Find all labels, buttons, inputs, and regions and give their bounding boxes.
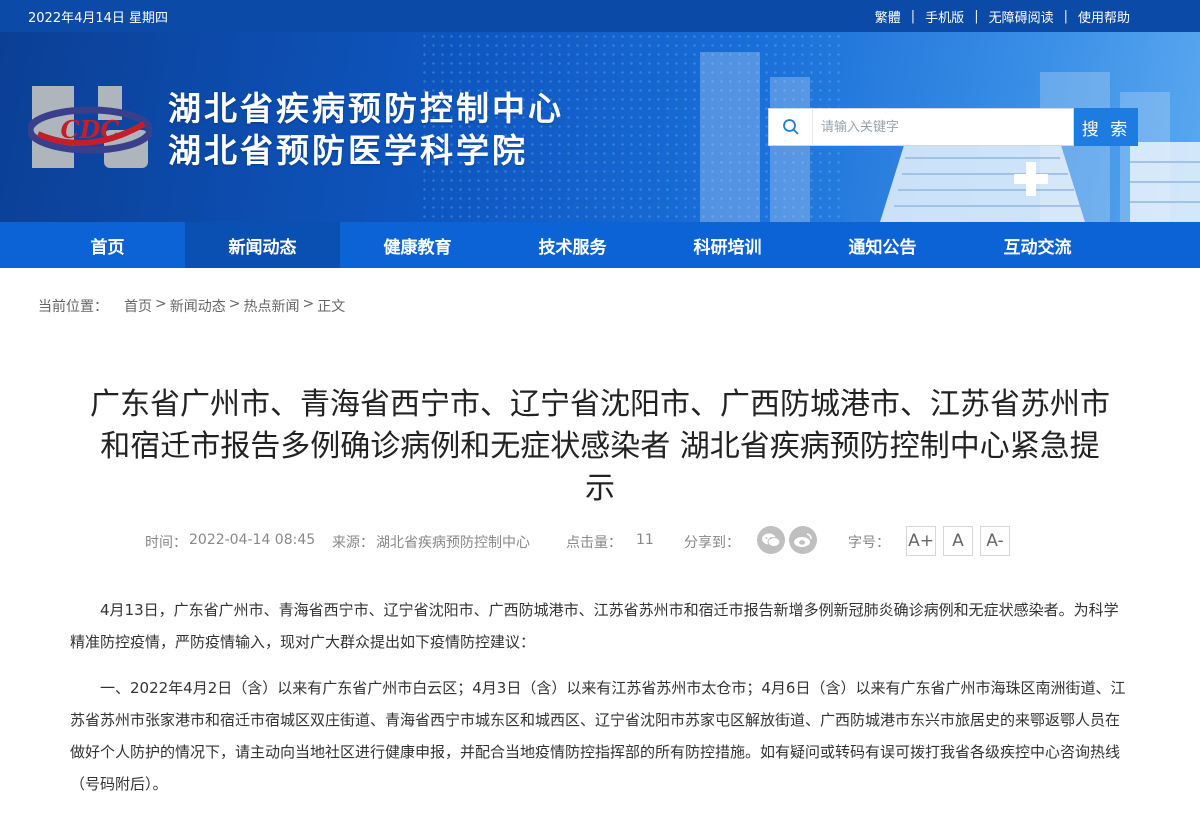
organization-title: 湖北省疾病预防控制中心 湖北省预防医学科学院: [168, 88, 564, 172]
clicks-label: 点击量：: [566, 535, 622, 551]
font-size-label: 字号：: [848, 535, 890, 551]
breadcrumb-label: 当前位置：: [38, 299, 108, 315]
share-label: 分享到：: [684, 535, 740, 551]
nav-interaction[interactable]: 互动交流: [960, 222, 1115, 268]
article-title-line: 广东省广州市、青海省西宁市、辽宁省沈阳市、广西防城港市、江苏省苏州市: [90, 387, 1110, 422]
separator: |: [1063, 9, 1068, 24]
current-date: 2022年4月14日 星期四: [28, 11, 169, 26]
logo-text: CDC: [60, 115, 119, 144]
article-paragraph: 一、2022年4月2日（含）以来有广东省广州市白云区；4月3日（含）以来有江苏省…: [70, 679, 1126, 793]
utility-links: 繁體 | 手机版 | 无障碍阅读 | 使用帮助: [875, 7, 1130, 26]
font-decrease-button[interactable]: A-: [980, 526, 1010, 556]
organization-subname: 湖北省预防医学科学院: [168, 131, 528, 170]
breadcrumb-separator: >: [228, 296, 241, 312]
main-nav: 首页 新闻动态 健康教育 技术服务 科研培训 通知公告 互动交流: [0, 222, 1200, 268]
separator: |: [974, 9, 979, 24]
clicks-count: 11: [636, 532, 654, 548]
breadcrumb: 当前位置： 首页 > 新闻动态 > 热点新闻 > 正文: [38, 296, 345, 316]
search-input[interactable]: [812, 108, 1074, 146]
search-button[interactable]: 搜 索: [1074, 108, 1138, 146]
site-banner: CDC 湖北省疾病预防控制中心 湖北省预防医学科学院 搜 索: [0, 32, 1200, 222]
accessibility-link[interactable]: 无障碍阅读: [989, 7, 1054, 26]
source-label: 来源：: [332, 535, 374, 551]
search-icon: [768, 108, 812, 146]
article-paragraph: 4月13日，广东省广州市、青海省西宁市、辽宁省沈阳市、广西防城港市、江苏省苏州市…: [70, 601, 1119, 651]
nav-health-education[interactable]: 健康教育: [340, 222, 495, 268]
publish-time: 2022-04-14 08:45: [189, 532, 316, 548]
article-body: 4月13日，广东省广州市、青海省西宁市、辽宁省沈阳市、广西防城港市、江苏省苏州市…: [70, 594, 1132, 814]
separator: |: [910, 9, 916, 24]
organization-name: 湖北省疾病预防控制中心: [168, 89, 564, 128]
breadcrumb-home[interactable]: 首页: [124, 296, 152, 316]
article-title-line: 和宿迁市报告多例确诊病例和无症状感染者 湖北省疾病预防控制中心紧急提: [100, 429, 1100, 464]
weibo-icon[interactable]: [789, 526, 817, 554]
source: 湖北省疾病预防控制中心: [376, 535, 530, 551]
font-default-button[interactable]: A: [943, 526, 973, 556]
wechat-icon[interactable]: [757, 526, 785, 554]
breadcrumb-hot-news[interactable]: 热点新闻: [243, 296, 299, 316]
breadcrumb-separator: >: [155, 296, 167, 312]
nav-announcements[interactable]: 通知公告: [805, 222, 960, 268]
top-utility-bar: 2022年4月14日 星期四 繁體 | 手机版 | 无障碍阅读 | 使用帮助: [0, 0, 1200, 32]
font-increase-button[interactable]: A+: [906, 526, 936, 556]
mobile-version-link[interactable]: 手机版: [925, 7, 964, 26]
breadcrumb-news[interactable]: 新闻动态: [170, 296, 226, 316]
nav-research-training[interactable]: 科研培训: [650, 222, 805, 268]
nav-news[interactable]: 新闻动态: [185, 222, 340, 268]
nav-technical-services[interactable]: 技术服务: [495, 222, 650, 268]
article-title: 广东省广州市、青海省西宁市、辽宁省沈阳市、广西防城港市、江苏省苏州市 和宿迁市报…: [0, 384, 1200, 510]
nav-home[interactable]: 首页: [30, 222, 185, 268]
breadcrumb-separator: >: [302, 296, 315, 312]
search-bar: 搜 索: [768, 108, 1138, 146]
help-link[interactable]: 使用帮助: [1078, 7, 1130, 26]
publish-time-label: 时间：: [145, 535, 187, 551]
article-title-line: 示: [585, 471, 615, 506]
traditional-chinese-link[interactable]: 繁體: [875, 7, 901, 26]
cdc-logo: CDC: [28, 86, 152, 168]
breadcrumb-current: 正文: [317, 299, 346, 315]
